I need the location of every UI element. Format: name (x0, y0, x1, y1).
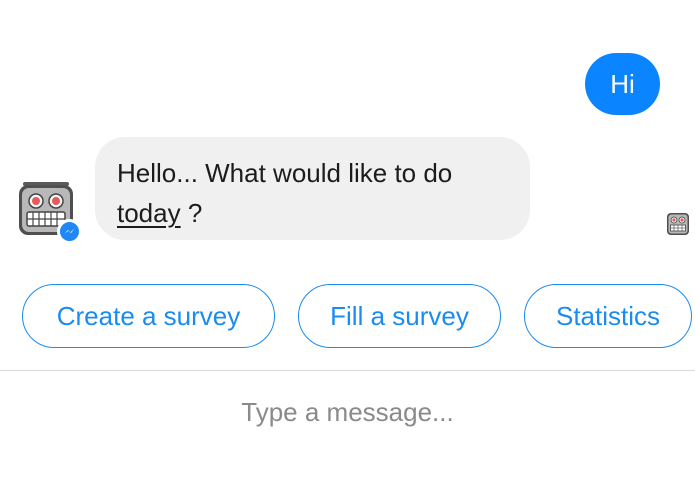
outgoing-message-text: Hi (610, 68, 635, 99)
outgoing-message-bubble: Hi (585, 53, 660, 115)
quick-reply-fill-survey[interactable]: Fill a survey (298, 284, 501, 348)
quick-replies: Create a survey Fill a survey Statistics (0, 284, 695, 350)
read-receipt-robot-icon (666, 211, 690, 237)
message-input[interactable] (147, 396, 548, 428)
incoming-message-line1: Hello... What would like to do (117, 158, 453, 188)
quick-reply-label: Statistics (555, 300, 661, 331)
quick-reply-create-survey[interactable]: Create a survey (22, 284, 275, 348)
incoming-message-link[interactable]: today (117, 198, 181, 228)
quick-reply-label: Create a survey (56, 300, 241, 331)
messenger-icon (57, 219, 82, 244)
incoming-message-bubble: Hello... What would like to do today ? (95, 137, 530, 240)
quick-reply-label: Fill a survey (330, 300, 469, 331)
chat-screen: Hi Hello... What would like to do today … (0, 0, 695, 494)
quick-reply-statistics[interactable]: Statistics (524, 284, 692, 348)
message-composer (0, 371, 695, 453)
incoming-message-suffix: ? (180, 198, 203, 228)
